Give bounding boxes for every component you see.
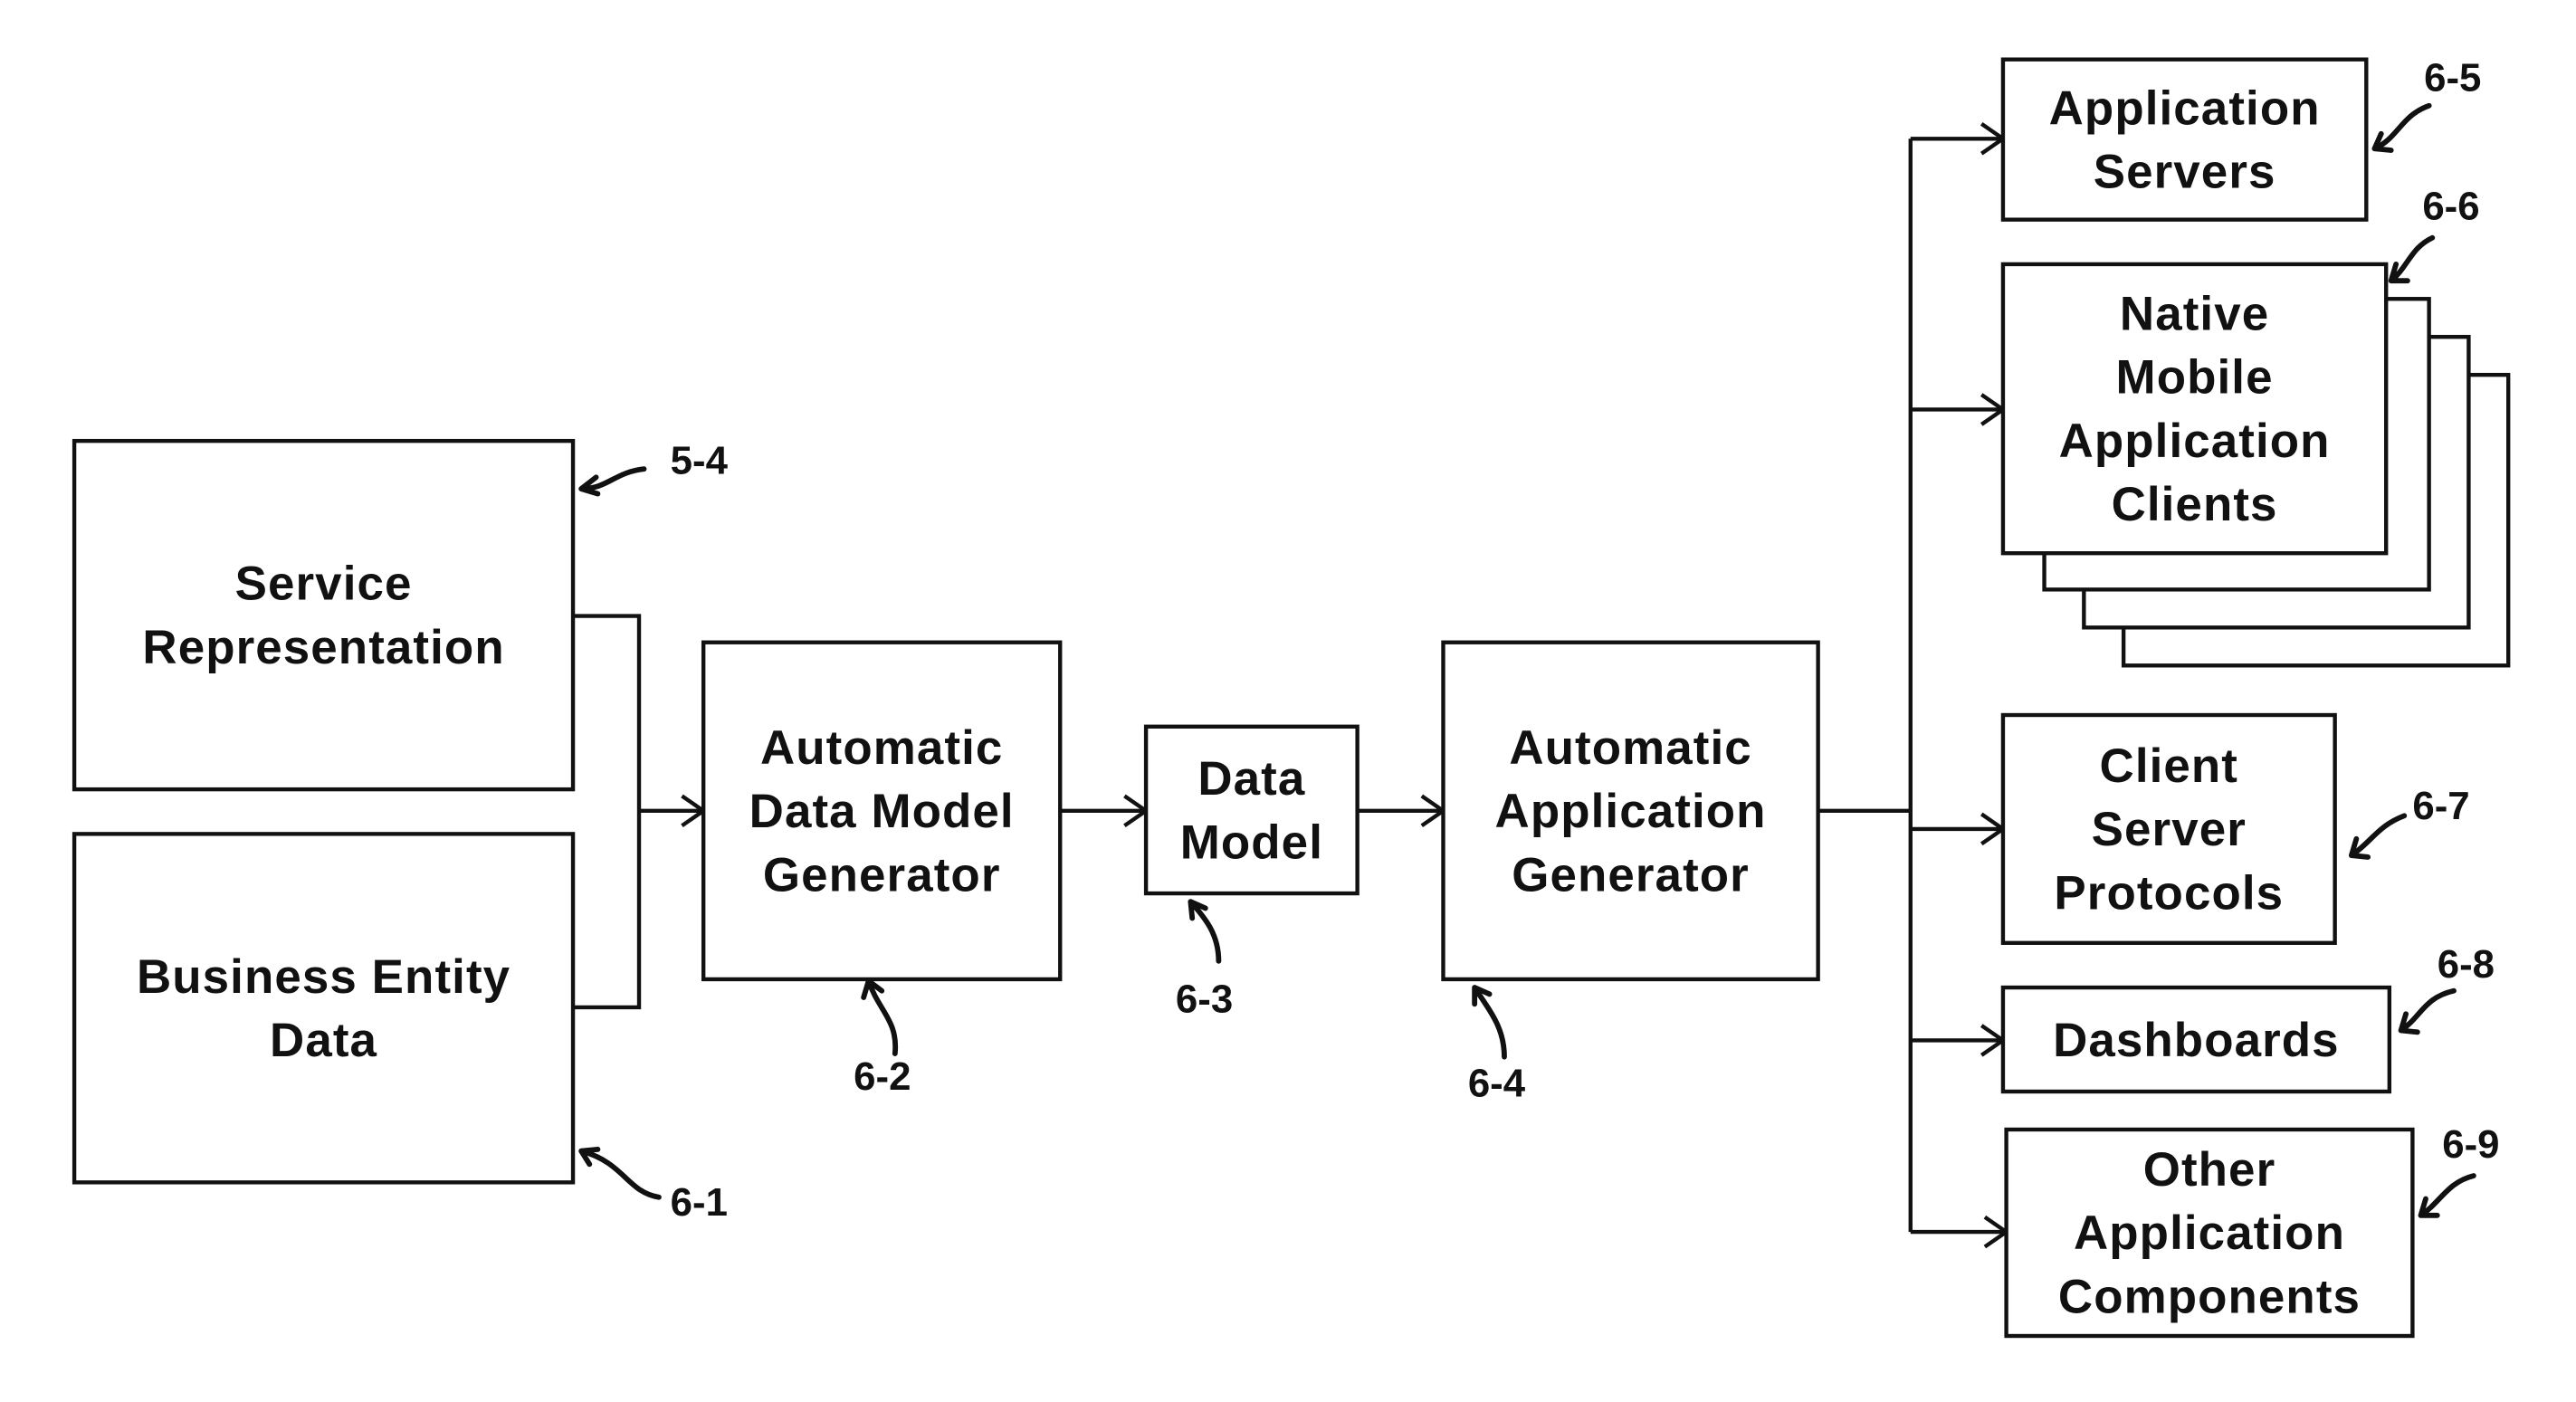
business-entity-data-node: Business Entity Data [72, 832, 576, 1185]
leader-arrow-icon [1188, 899, 1222, 964]
reference-number: 6-2 [854, 1054, 911, 1099]
automatic-application-generator-label-line: Automatic [1509, 721, 1751, 775]
service-representation-label-line: Service [235, 558, 413, 611]
reference-5-4: 5-4 [578, 439, 729, 497]
leader-arrow-icon [578, 466, 647, 497]
automatic-data-model-generator-label-line: Automatic [760, 721, 1003, 775]
data-model-label-line: Model [1180, 815, 1323, 869]
client-server-protocols-node: Client Server Protocols [2000, 712, 2337, 945]
reference-6-8: 6-8 [2398, 942, 2495, 1035]
automatic-data-model-generator-label-line: Generator [763, 848, 1001, 901]
leader-arrow-icon [2398, 987, 2457, 1035]
native-mobile-application-clients-label-line: Application [2059, 415, 2331, 468]
reference-6-9: 6-9 [2418, 1122, 2499, 1218]
reference-6-3: 6-3 [1176, 899, 1233, 1021]
reference-6-4: 6-4 [1468, 985, 1526, 1105]
service-representation-box [72, 438, 576, 792]
reference-number: 6-1 [671, 1180, 728, 1225]
client-server-protocols-label-line: Protocols [2054, 866, 2284, 920]
edge-other-application-components [1910, 1215, 2010, 1249]
service-representation-label-line: Representation [142, 621, 504, 674]
edge-automatic-data-model-generator [573, 614, 708, 1010]
other-application-components-node: Other Application Components [2004, 1127, 2415, 1339]
leader-arrow-icon [861, 978, 899, 1056]
reference-number: 6-4 [1468, 1061, 1526, 1105]
reference-6-6: 6-6 [2388, 185, 2480, 284]
reference-number: 6-9 [2442, 1122, 2499, 1167]
business-entity-data-label-line: Business Entity [137, 950, 510, 1004]
other-application-components-label-line: Components [2058, 1270, 2361, 1323]
dashboards-node: Dashboards [2000, 985, 2392, 1094]
automatic-data-model-generator-node: Automatic Data Model Generator [701, 640, 1063, 982]
leader-arrow-icon [2388, 234, 2436, 284]
application-servers-label-line: Application [2049, 81, 2321, 135]
service-representation-node: Service Representation [72, 438, 576, 792]
reference-number: 6-7 [2412, 784, 2469, 828]
native-mobile-application-clients-label-line: Clients [2112, 478, 2278, 531]
native-mobile-application-clients-label-line: Mobile [2116, 351, 2274, 405]
reference-6-5: 6-5 [2371, 55, 2481, 153]
reference-number: 6-5 [2424, 55, 2481, 100]
leader-arrow-icon [578, 1146, 662, 1200]
distribution-bus [1818, 138, 1913, 1233]
automatic-application-generator-label-line: Generator [1512, 848, 1750, 901]
business-entity-data-label-line: Data [270, 1014, 377, 1067]
block-diagram: Service Representation Business Entity Data… [72, 55, 2511, 1339]
native-mobile-application-clients-label-line: Native [2120, 287, 2269, 340]
automatic-data-model-generator-label-line: Data Model [749, 785, 1015, 838]
dashboards-label-line: Dashboards [2053, 1014, 2340, 1067]
other-application-components-label-line: Other [2143, 1143, 2276, 1197]
leader-arrow-icon [2348, 813, 2408, 860]
business-entity-data-box [72, 832, 576, 1185]
data-model-node: Data Model [1143, 724, 1360, 896]
reference-6-7: 6-7 [2348, 784, 2470, 860]
application-servers-label-line: Servers [2094, 146, 2276, 199]
reference-6-1: 6-1 [578, 1146, 728, 1225]
edge-data-model [1060, 794, 1150, 828]
native-mobile-application-clients-node: Native Mobile Application Clients [2000, 262, 2389, 556]
reference-number: 6-8 [2438, 942, 2495, 987]
data-model-label-line: Data [1197, 752, 1305, 806]
automatic-application-generator-label-line: Application [1495, 785, 1767, 838]
client-server-protocols-label-line: Client [2100, 739, 2238, 793]
reference-number: 5-4 [671, 439, 729, 483]
reference-number: 6-6 [2422, 185, 2479, 229]
reference-6-2: 6-2 [854, 978, 911, 1099]
edge-dashboards [1910, 1024, 2007, 1057]
leader-arrow-icon [1472, 985, 1507, 1060]
reference-number: 6-3 [1176, 977, 1233, 1021]
leader-arrow-icon [2418, 1173, 2476, 1218]
other-application-components-label-line: Application [2074, 1206, 2345, 1260]
nodes: Service Representation Business Entity Data… [72, 57, 2415, 1339]
edge-native-mobile-application-clients [1910, 393, 2007, 426]
edge-automatic-application-generator [1357, 794, 1447, 828]
application-servers-node: Application Servers [2000, 57, 2369, 222]
merge-bracket [573, 614, 642, 1010]
client-server-protocols-label-line: Server [2092, 803, 2247, 856]
leader-arrow-icon [2371, 102, 2432, 153]
edge-client-server-protocols [1910, 812, 2007, 846]
automatic-application-generator-node: Automatic Application Generator [1441, 640, 1820, 982]
edge-application-servers [1910, 122, 2007, 156]
